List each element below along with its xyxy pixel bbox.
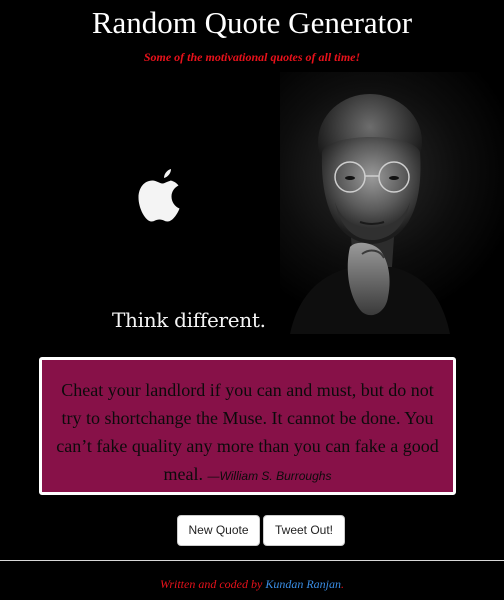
- footer-divider: [0, 560, 504, 561]
- author-link[interactable]: Kundan Ranjan: [265, 577, 341, 591]
- footer-suffix: .: [340, 577, 344, 591]
- page-subtitle: Some of the motivational quotes of all t…: [143, 50, 361, 64]
- quote-author: —William S. Burroughs: [207, 469, 332, 483]
- footer-prefix: Written and coded by: [160, 577, 266, 591]
- portrait-image: [0, 72, 504, 334]
- hero-image: Think different.: [0, 72, 504, 334]
- tweet-out-button[interactable]: Tweet Out!: [263, 515, 345, 546]
- new-quote-button[interactable]: New Quote: [177, 515, 260, 546]
- footer: Written and coded by Kundan Ranjan.: [0, 576, 504, 592]
- quote-box: Cheat your landlord if you can and must,…: [39, 357, 456, 495]
- hero-tagline: Think different.: [112, 308, 266, 332]
- page-title: Random Quote Generator: [91, 5, 413, 40]
